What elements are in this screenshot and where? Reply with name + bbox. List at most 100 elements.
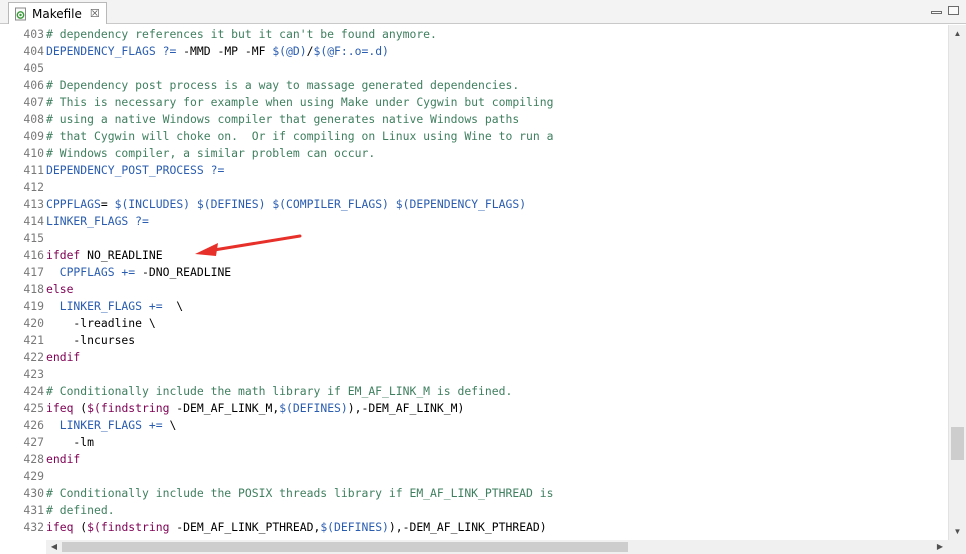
line-number: 406 <box>23 78 44 92</box>
code-token: \ <box>162 418 177 432</box>
makefile-file-icon <box>15 7 26 20</box>
code-text: ifeq ($(findstring -DEM_AF_LINK_M,$(DEFI… <box>46 400 464 417</box>
code-line[interactable]: 432 ifeq ($(findstring -DEM_AF_LINK_PTHRE… <box>0 519 948 536</box>
code-token: $(findstring <box>87 520 170 534</box>
code-line[interactable]: 414 LINKER_FLAGS ?= <box>0 213 948 230</box>
line-number: 411 <box>23 163 44 177</box>
scroll-up-icon[interactable]: ▲ <box>949 25 966 42</box>
code-line[interactable]: 412 <box>0 179 948 196</box>
code-token: ( <box>73 520 88 534</box>
scrollbar-corner <box>948 540 966 554</box>
scroll-right-icon[interactable]: ▶ <box>932 540 948 554</box>
code-line[interactable]: 406 # Dependency post process is a way to… <box>0 77 948 94</box>
code-token: # Dependency post process is a way to ma… <box>46 78 520 92</box>
line-number: 426 <box>23 418 44 432</box>
code-token: -DEM_AF_LINK_M, <box>169 401 280 415</box>
code-line[interactable]: 430 # Conditionally include the POSIX thr… <box>0 485 948 502</box>
code-line[interactable]: 407 # This is necessary for example when … <box>0 94 948 111</box>
code-line[interactable]: 424 # Conditionally include the math libr… <box>0 383 948 400</box>
code-editor[interactable]: 403 # dependency references it but it can… <box>0 25 948 540</box>
code-line[interactable]: 417 CPPFLAGS += -DNO_READLINE <box>0 264 948 281</box>
vertical-scroll-thumb[interactable] <box>951 426 964 461</box>
code-line[interactable]: 403 # dependency references it but it can… <box>0 26 948 43</box>
code-line[interactable]: 413 CPPFLAGS= $(INCLUDES) $(DEFINES) $(CO… <box>0 196 948 213</box>
code-line[interactable]: 404 DEPENDENCY_FLAGS ?= -MMD -MP -MF $(@D… <box>0 43 948 60</box>
code-token: = <box>100 197 115 211</box>
code-line[interactable]: 423 <box>0 366 948 383</box>
code-token: DEPENDENCY_POST_PROCESS ?= <box>46 163 225 177</box>
code-line[interactable]: 410 # Windows compiler, a similar problem… <box>0 145 948 162</box>
tab-title: Makefile <box>32 6 82 21</box>
horizontal-scroll-thumb[interactable] <box>62 542 628 552</box>
code-token: -lreadline \ <box>46 316 156 330</box>
code-line[interactable]: 418 else <box>0 281 948 298</box>
code-line[interactable]: 408 # using a native Windows compiler tha… <box>0 111 948 128</box>
code-line[interactable]: 422 endif <box>0 349 948 366</box>
vertical-scrollbar[interactable]: ▲ ▼ <box>948 25 966 540</box>
line-number: 405 <box>23 61 44 75</box>
close-icon[interactable]: ☒ <box>90 7 100 20</box>
code-line[interactable]: 428 endif <box>0 451 948 468</box>
code-line[interactable]: 426 LINKER_FLAGS += \ <box>0 417 948 434</box>
code-token: ifeq <box>46 520 74 534</box>
line-number: 424 <box>23 384 44 398</box>
line-number: 429 <box>23 469 44 483</box>
code-line[interactable]: 425 ifeq ($(findstring -DEM_AF_LINK_M,$(D… <box>0 400 948 417</box>
code-token: endif <box>46 350 81 364</box>
maximize-icon[interactable] <box>948 6 959 15</box>
code-line[interactable]: 415 <box>0 230 948 247</box>
code-line[interactable]: 427 -lm <box>0 434 948 451</box>
code-line[interactable]: 421 -lncurses <box>0 332 948 349</box>
code-token: # Windows compiler, a similar problem ca… <box>46 146 376 160</box>
code-token: # Conditionally include the POSIX thread… <box>46 486 554 500</box>
line-number: 409 <box>23 129 44 143</box>
ruler-corner <box>0 540 46 554</box>
line-number: 412 <box>23 180 44 194</box>
code-text: # Windows compiler, a similar problem ca… <box>46 145 375 162</box>
code-token: ),-DEM_AF_LINK_M) <box>347 401 465 415</box>
code-token: -DNO_READLINE <box>135 265 232 279</box>
line-number: 418 <box>23 282 44 296</box>
line-number: 430 <box>23 486 44 500</box>
code-line[interactable]: 420 -lreadline \ <box>0 315 948 332</box>
horizontal-scrollbar[interactable]: ◀ ▶ <box>46 540 948 554</box>
code-line[interactable]: 419 LINKER_FLAGS += \ <box>0 298 948 315</box>
line-number: 423 <box>23 367 44 381</box>
code-line[interactable]: 429 <box>0 468 948 485</box>
line-number: 421 <box>23 333 44 347</box>
code-token: -MMD -MP -MF <box>176 44 273 58</box>
code-token: # dependency references it but it can't … <box>46 27 437 41</box>
line-number: 407 <box>23 95 44 109</box>
code-token: $(DEFINES) <box>320 520 389 534</box>
code-line[interactable]: 405 <box>0 60 948 77</box>
code-token: -DEM_AF_LINK_PTHREAD, <box>169 520 321 534</box>
code-text: # dependency references it but it can't … <box>46 26 437 43</box>
code-line[interactable]: 411 DEPENDENCY_POST_PROCESS ?= <box>0 162 948 179</box>
code-token: $(@D) <box>272 44 307 58</box>
code-text: LINKER_FLAGS += \ <box>46 417 177 434</box>
line-number: 410 <box>23 146 44 160</box>
code-text: # This is necessary for example when usi… <box>46 94 553 111</box>
scroll-left-icon[interactable]: ◀ <box>46 540 62 554</box>
line-number: 428 <box>23 452 44 466</box>
code-text: DEPENDENCY_POST_PROCESS ?= <box>46 162 224 179</box>
code-text: LINKER_FLAGS ?= <box>46 213 149 230</box>
code-line[interactable]: 431 # defined. <box>0 502 948 519</box>
line-number: 414 <box>23 214 44 228</box>
code-line[interactable]: 409 # that Cygwin will choke on. Or if co… <box>0 128 948 145</box>
line-number: 419 <box>23 299 44 313</box>
code-token: ifeq <box>46 401 74 415</box>
code-token: # using a native Windows compiler that g… <box>46 112 520 126</box>
code-token: LINKER_FLAGS += <box>46 299 163 313</box>
code-token: CPPFLAGS += <box>46 265 136 279</box>
code-line[interactable]: 416 ifdef NO_READLINE <box>0 247 948 264</box>
tab-makefile[interactable]: Makefile ☒ <box>8 2 107 24</box>
minimize-icon[interactable] <box>931 11 942 14</box>
code-text: endif <box>46 451 80 468</box>
code-token: NO_READLINE <box>80 248 163 262</box>
code-text: ifdef NO_READLINE <box>46 247 163 264</box>
editor-tab-bar: Makefile ☒ <box>0 0 966 24</box>
line-number: 431 <box>23 503 44 517</box>
code-token: $(DEFINES) <box>279 401 348 415</box>
scroll-down-icon[interactable]: ▼ <box>949 523 966 540</box>
